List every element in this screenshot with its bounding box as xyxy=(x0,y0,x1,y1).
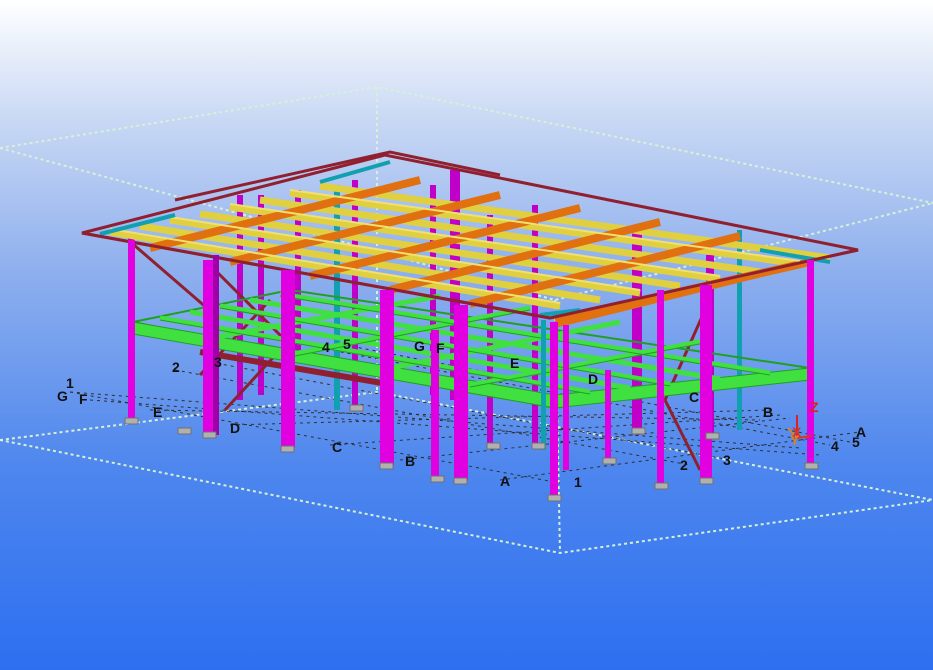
grid-label-f-left: F xyxy=(79,391,88,407)
grid-label-5-right: 5 xyxy=(852,434,860,450)
base-plates xyxy=(124,404,819,502)
grid-label-c-right: C xyxy=(689,389,699,405)
3d-structural-model[interactable]: G 1 F E D C B A 2 3 4 5 G F E D C B A 1 … xyxy=(0,0,933,670)
grid-label-f-right: F xyxy=(436,340,445,356)
grid-label-g-right: G xyxy=(414,338,425,354)
grid-label-3-right: 3 xyxy=(723,452,731,468)
grid-label-c-left: C xyxy=(332,439,342,455)
grid-label-4-left: 4 xyxy=(322,339,330,355)
grid-label-b-right: B xyxy=(763,404,773,420)
grid-label-3-left: 3 xyxy=(214,354,222,370)
grid-label-b-left: B xyxy=(405,453,415,469)
grid-label-1-left: 1 xyxy=(66,375,74,391)
grid-label-5-left: 5 xyxy=(343,336,351,352)
grid-label-e-right: E xyxy=(510,355,519,371)
grid-label-2-left: 2 xyxy=(172,359,180,375)
grid-label-1-right: 1 xyxy=(574,474,582,490)
axis-indicator[interactable]: Z X Y xyxy=(787,399,819,448)
grid-label-e-left: E xyxy=(153,404,162,420)
grid-label-a-left: A xyxy=(500,473,510,489)
grid-label-d-left: D xyxy=(230,420,240,436)
model-viewport[interactable]: G 1 F E D C B A 2 3 4 5 G F E D C B A 1 … xyxy=(0,0,933,670)
z-axis-label: Z xyxy=(810,399,819,415)
grid-label-4-right: 4 xyxy=(831,438,839,454)
grid-label-d-right: D xyxy=(588,371,598,387)
grid-label-2-right: 2 xyxy=(680,457,688,473)
y-axis-label: Y xyxy=(790,432,800,448)
